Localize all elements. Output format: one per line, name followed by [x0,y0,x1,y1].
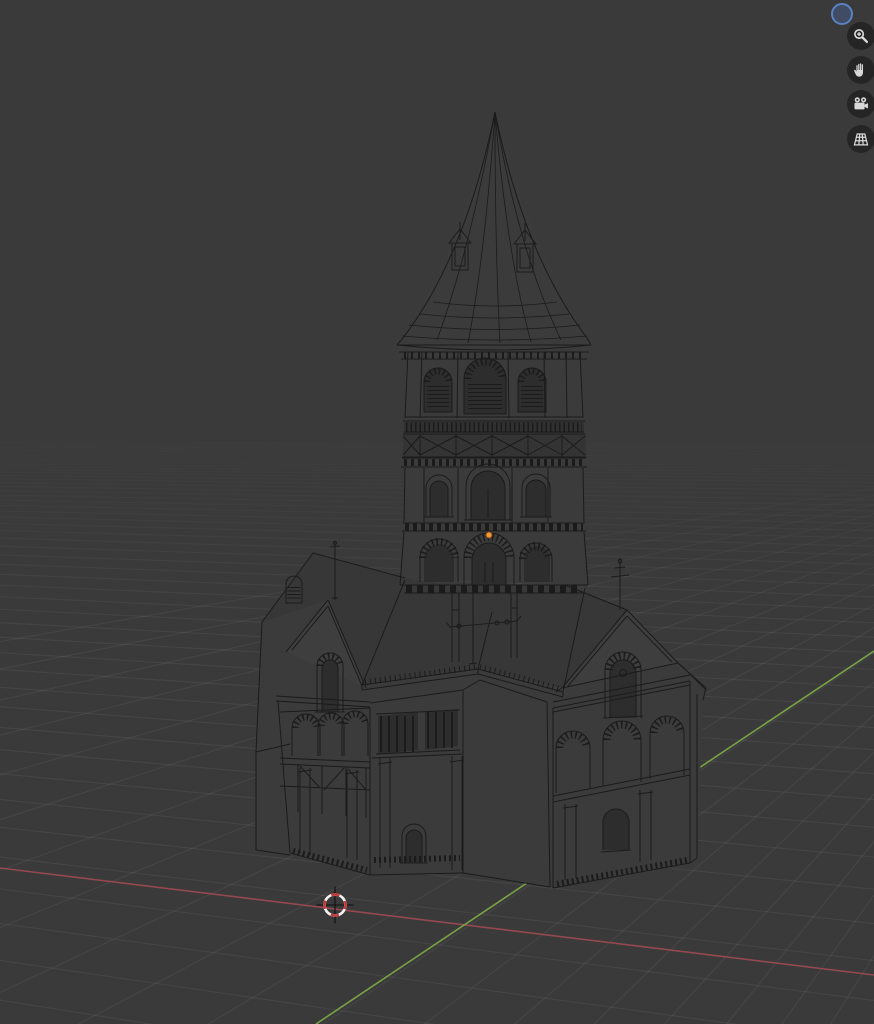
blender-3d-viewport[interactable] [0,0,874,1024]
hand-icon [854,63,864,77]
3d-cursor [316,886,354,924]
viewport-scene [0,111,874,1024]
toggle-projection-button[interactable] [847,125,874,153]
object-origin-dot [485,531,493,539]
nav-gizmo-axis-ball[interactable] [831,3,853,25]
x-axis-line [0,867,874,976]
camera-icon [854,97,868,110]
cursor-crosshair [316,886,354,924]
grid-perspective-icon [853,133,869,146]
camera-view-button[interactable] [847,90,874,118]
balustrade-band-fill [404,422,584,433]
zoom-button[interactable] [847,22,874,50]
magnifier-plus-icon [854,29,869,44]
move-view-button[interactable] [847,56,874,84]
